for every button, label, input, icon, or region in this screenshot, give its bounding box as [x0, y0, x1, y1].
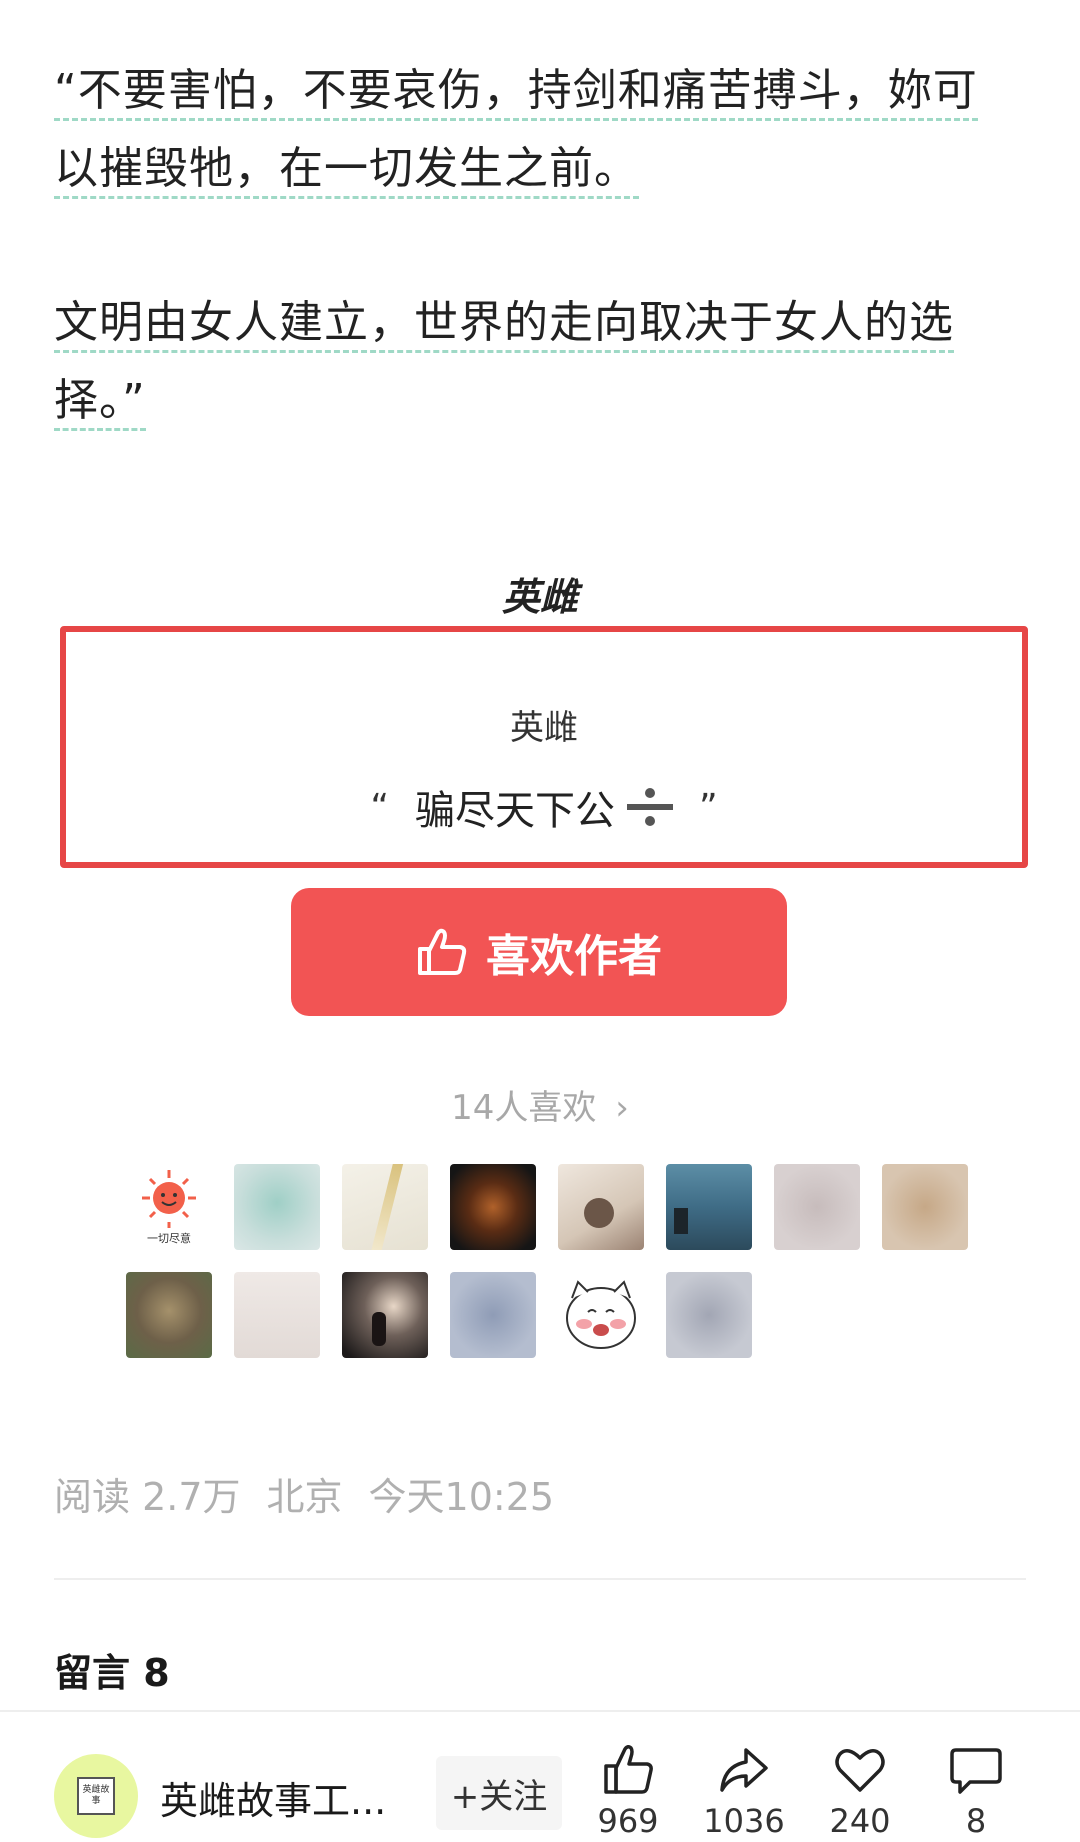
account-avatar[interactable]: 英雌故事 [54, 1754, 138, 1838]
avatar[interactable] [450, 1272, 536, 1358]
like-author-label: 喜欢作者 [486, 931, 662, 982]
quote-author: 英雌 [510, 708, 578, 748]
share-action[interactable]: 1036 [694, 1742, 794, 1840]
avatar[interactable] [558, 1272, 644, 1358]
article-body: “不要害怕，不要哀伤，持剑和痛苦搏斗，妳可 以摧毁牠，在一切发生之前。 文明由女… [54, 52, 1026, 516]
avatar[interactable] [774, 1164, 860, 1250]
like-action[interactable]: 969 [578, 1742, 678, 1840]
publish-time: 今天10:25 [368, 1475, 555, 1519]
read-count: 阅读 2.7万 [54, 1475, 241, 1519]
quote-text: 骗尽天下公 [415, 788, 615, 834]
avatar[interactable] [342, 1164, 428, 1250]
bottom-action-bar: 英雌故事 英雌故事工... +关注 969 1036 240 8 [0, 1710, 1080, 1842]
avatar[interactable] [234, 1272, 320, 1358]
comment-icon [950, 1748, 1002, 1794]
sun-avatar-caption: 一切尽意 [147, 1232, 191, 1245]
article-line[interactable]: “不要害怕，不要哀伤，持剑和痛苦搏斗，妳可 [54, 65, 978, 121]
favorite-action[interactable]: 240 [810, 1742, 910, 1840]
comment-action[interactable]: 8 [926, 1742, 1026, 1840]
share-count: 1036 [703, 1802, 785, 1840]
account-logo-text: 英雌故事 [82, 1785, 110, 1806]
likes-count-text: 14人喜欢 [451, 1088, 597, 1128]
avatar[interactable] [882, 1164, 968, 1250]
like-author-button[interactable]: 喜欢作者 [291, 888, 787, 1016]
divider [54, 1578, 1026, 1580]
avatar[interactable] [666, 1164, 752, 1250]
avatar-row [126, 1272, 974, 1358]
avatar[interactable] [666, 1272, 752, 1358]
avatar-row: 一切尽意 [126, 1164, 974, 1250]
comments-title: 留言 8 [54, 1651, 170, 1695]
open-quote: “ [370, 786, 389, 828]
avatar[interactable]: 一切尽意 [126, 1164, 212, 1250]
close-quote: ” [699, 786, 718, 828]
thumbs-up-icon [418, 928, 467, 975]
avatar[interactable] [558, 1164, 644, 1250]
heart-icon [835, 1749, 885, 1792]
like-count: 969 [597, 1802, 659, 1840]
avatar[interactable] [342, 1272, 428, 1358]
avatar[interactable] [234, 1164, 320, 1250]
comment-count: 8 [965, 1802, 987, 1840]
article-paragraph-1: “不要害怕，不要哀伤，持剑和痛苦搏斗，妳可 以摧毁牠，在一切发生之前。 [54, 52, 1026, 208]
article-line[interactable]: 以摧毁牠，在一切发生之前。 [54, 143, 639, 199]
author-quote-box: 英雌 “ 骗尽天下公 ” [60, 626, 1028, 868]
article-line[interactable]: 文明由女人建立，世界的走向取决于女人的选 [54, 297, 954, 353]
follow-button[interactable]: +关注 [436, 1756, 562, 1830]
likes-count-link[interactable]: 14人喜欢 › [0, 1080, 1080, 1129]
thumbs-up-icon [604, 1744, 653, 1794]
account-name[interactable]: 英雌故事工... [160, 1770, 390, 1825]
account-logo: 英雌故事 [77, 1777, 115, 1815]
chevron-right-icon: › [615, 1088, 629, 1128]
division-sign-icon [627, 784, 673, 830]
article-paragraph-2: 文明由女人建立，世界的走向取决于女人的选 择。” [54, 284, 1026, 440]
author-signature: 英雌 [501, 574, 578, 619]
article-line[interactable]: 择。” [54, 375, 146, 431]
favorite-count: 240 [829, 1802, 891, 1840]
avatar[interactable] [126, 1272, 212, 1358]
avatar[interactable] [450, 1164, 536, 1250]
author-quote: “ 骗尽天下公 ” [66, 778, 1022, 836]
liker-avatars: 一切尽意 [126, 1164, 974, 1380]
share-icon [720, 1748, 768, 1792]
location: 北京 [266, 1475, 343, 1519]
article-meta: 阅读 2.7万 北京 今天10:25 [54, 1466, 554, 1521]
